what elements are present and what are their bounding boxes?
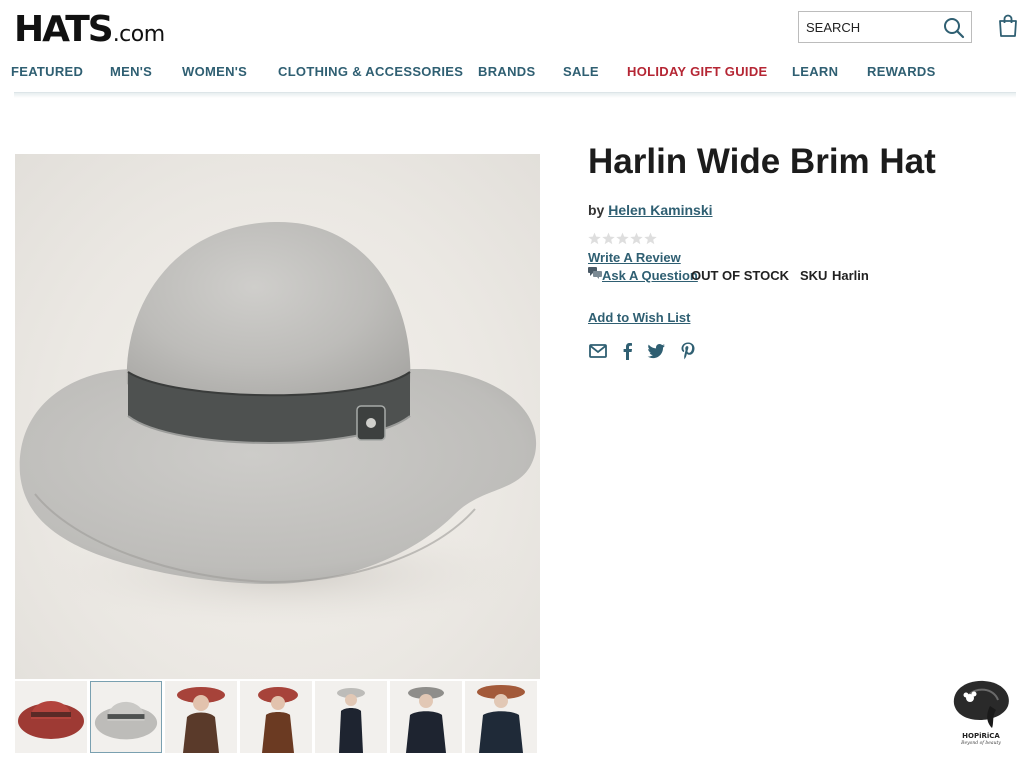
product-title: Harlin Wide Brim Hat: [588, 142, 936, 181]
ask-question-link[interactable]: Ask A Question: [602, 268, 698, 283]
search-input[interactable]: [799, 12, 939, 42]
thumb-model-grey-hat-2[interactable]: [390, 681, 462, 753]
grey-hat-image: [19, 221, 537, 629]
watermark-logo: HOPiRiCA Beyond of beauty: [946, 676, 1016, 748]
nav-womens[interactable]: WOMEN'S: [182, 64, 247, 79]
search-icon[interactable]: [943, 17, 965, 39]
by-label: by: [588, 202, 605, 218]
nav-learn[interactable]: LEARN: [792, 64, 838, 79]
stock-status: OUT OF STOCK: [691, 268, 789, 283]
nav-mens[interactable]: MEN'S: [110, 64, 152, 79]
thumbnail-strip: [15, 681, 540, 755]
main-nav: FEATURED MEN'S WOMEN'S CLOTHING & ACCESS…: [0, 64, 1024, 84]
product-main-image[interactable]: [15, 154, 540, 679]
search-box: [798, 11, 972, 43]
star-icon: [588, 232, 601, 245]
nav-rewards[interactable]: REWARDS: [867, 64, 936, 79]
thumb-grey-hat[interactable]: [90, 681, 162, 753]
site-header: HATS .com FEATURED MEN'S WOMEN'S CLOTHIN…: [0, 0, 1024, 98]
nav-clothing-accessories[interactable]: CLOTHING & ACCESSORIES: [278, 64, 463, 79]
facebook-icon[interactable]: [618, 341, 638, 361]
pinterest-icon[interactable]: [678, 341, 698, 361]
nav-holiday-gift-guide[interactable]: HOLIDAY GIFT GUIDE: [627, 64, 767, 79]
nav-brands[interactable]: BRANDS: [478, 64, 535, 79]
add-to-wishlist-link[interactable]: Add to Wish List: [588, 310, 690, 325]
nav-sale[interactable]: SALE: [563, 64, 599, 79]
watermark-tagline: Beyond of beauty: [961, 741, 1001, 746]
star-icon: [644, 232, 657, 245]
thumb-model-red-hat-1[interactable]: [165, 681, 237, 753]
twitter-icon[interactable]: [646, 341, 666, 361]
sku-value: Harlin: [832, 268, 869, 283]
rating-stars: [588, 232, 657, 245]
header-divider: [14, 92, 1016, 98]
star-icon: [602, 232, 615, 245]
watermark-hat-graphic: [953, 680, 1009, 728]
logo-text: HATS: [14, 9, 114, 50]
shopping-bag-icon[interactable]: [997, 14, 1019, 38]
thumb-model-grey-hat-1[interactable]: [315, 681, 387, 753]
brand-link[interactable]: Helen Kaminski: [608, 202, 712, 218]
thumb-model-red-hat-2[interactable]: [240, 681, 312, 753]
product-byline: by Helen Kaminski: [588, 202, 713, 218]
thumb-model-rust-hat[interactable]: [465, 681, 537, 753]
chat-bubbles-icon: [588, 267, 602, 279]
star-icon: [616, 232, 629, 245]
site-logo[interactable]: HATS .com: [14, 10, 165, 55]
nav-featured[interactable]: FEATURED: [11, 64, 83, 79]
star-icon: [630, 232, 643, 245]
sku-label: SKU: [800, 268, 828, 283]
email-icon[interactable]: [588, 341, 608, 361]
thumb-red-hat[interactable]: [15, 681, 87, 753]
write-review-link[interactable]: Write A Review: [588, 250, 681, 265]
watermark-name: HOPiRiCA: [962, 732, 1000, 740]
logo-suffix: .com: [112, 22, 165, 47]
